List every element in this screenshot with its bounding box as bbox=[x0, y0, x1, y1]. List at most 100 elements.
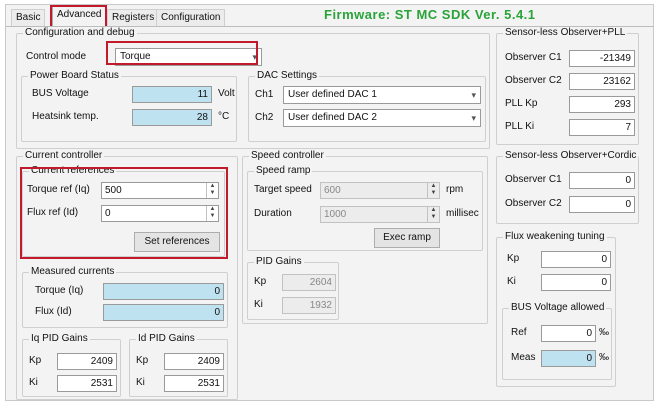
duration-input[interactable]: 1000 ▲ ▼ bbox=[320, 206, 440, 223]
duration-value: 1000 bbox=[324, 209, 347, 220]
control-mode-select[interactable]: Torque ▾ bbox=[115, 48, 262, 66]
pll-kp-input[interactable]: 293 bbox=[569, 96, 635, 113]
cordic-observer-c2-label: Observer C2 bbox=[505, 198, 562, 209]
target-speed-input[interactable]: 600 ▲ ▼ bbox=[320, 182, 440, 199]
speed-ki-input[interactable]: 1932 bbox=[282, 297, 336, 314]
fw-kp-input[interactable]: 0 bbox=[541, 251, 611, 268]
app-window: Basic Advanced Registers Configuration F… bbox=[5, 4, 654, 401]
dac-ch2-label: Ch2 bbox=[255, 112, 274, 123]
measured-currents-group: Measured currents Torque (Iq) 0 Flux (Id… bbox=[22, 266, 228, 328]
heatsink-temp-label: Heatsink temp. bbox=[32, 111, 99, 122]
id-kp-input[interactable]: 2409 bbox=[164, 353, 224, 370]
dac-ch2-value: User defined DAC 2 bbox=[288, 112, 377, 123]
pll-observer-c1-label: Observer C1 bbox=[505, 52, 562, 63]
current-controller-title: Current controller bbox=[23, 150, 105, 162]
measured-flux-label: Flux (Id) bbox=[35, 306, 72, 317]
speed-controller-title: Speed controller bbox=[249, 150, 326, 162]
current-references-title: Current references bbox=[29, 165, 117, 177]
control-mode-label: Control mode bbox=[26, 51, 87, 62]
pll-observer-c1-input[interactable]: -21349 bbox=[569, 50, 635, 67]
flux-ref-label: Flux ref (Id) bbox=[27, 207, 79, 218]
iq-kp-label: Kp bbox=[29, 355, 42, 366]
dac-ch1-label: Ch1 bbox=[255, 89, 274, 100]
pll-ki-input[interactable]: 7 bbox=[569, 119, 635, 136]
observer-cordic-group: Sensor-less Observer+Cordic Observer C1 … bbox=[496, 150, 639, 224]
dac-ch2-select[interactable]: User defined DAC 2 ▾ bbox=[283, 109, 481, 127]
flux-ref-input[interactable]: 0 ▲ ▼ bbox=[101, 205, 219, 222]
id-pid-title: Id PID Gains bbox=[136, 333, 197, 345]
spin-updown-icon[interactable]: ▲ ▼ bbox=[206, 206, 218, 221]
tab-advanced[interactable]: Advanced bbox=[52, 6, 107, 27]
dac-ch1-value: User defined DAC 1 bbox=[288, 89, 377, 100]
id-ki-input[interactable]: 2531 bbox=[164, 375, 224, 392]
tab-basic[interactable]: Basic bbox=[11, 9, 46, 26]
id-kp-label: Kp bbox=[136, 355, 149, 366]
set-references-button[interactable]: Set references bbox=[134, 232, 220, 252]
iq-pid-group: Iq PID Gains Kp 2409 Ki 2531 bbox=[22, 333, 121, 397]
power-board-title: Power Board Status bbox=[28, 70, 121, 82]
torque-ref-label: Torque ref (Iq) bbox=[27, 184, 90, 195]
pll-observer-c2-input[interactable]: 23162 bbox=[569, 73, 635, 90]
bus-ref-unit: ‰ bbox=[599, 327, 609, 338]
iq-kp-input[interactable]: 2409 bbox=[57, 353, 117, 370]
speed-kp-input[interactable]: 2604 bbox=[282, 274, 336, 291]
power-board-group: Power Board Status BUS Voltage 11 Volt H… bbox=[21, 70, 237, 142]
firmware-version: Firmware: ST MC SDK Ver. 5.4.1 bbox=[324, 7, 536, 22]
config-debug-group: Configuration and debug Control mode Tor… bbox=[16, 27, 490, 149]
cordic-observer-c1-label: Observer C1 bbox=[505, 174, 562, 185]
speed-pid-group: PID Gains Kp 2604 Ki 1932 bbox=[247, 256, 339, 320]
observer-cordic-title: Sensor-less Observer+Cordic bbox=[503, 150, 639, 162]
advanced-panel: Configuration and debug Control mode Tor… bbox=[6, 26, 653, 400]
flux-weakening-title: Flux weakening tuning bbox=[503, 231, 607, 243]
speed-controller-group: Speed controller Speed ramp Target speed… bbox=[242, 150, 488, 324]
dac-ch1-select[interactable]: User defined DAC 1 ▾ bbox=[283, 86, 481, 104]
bus-voltage-allowed-title: BUS Voltage allowed bbox=[509, 302, 607, 314]
bus-voltage-label: BUS Voltage bbox=[32, 88, 89, 99]
spin-updown-icon[interactable]: ▲ ▼ bbox=[427, 183, 439, 198]
id-pid-group: Id PID Gains Kp 2409 Ki 2531 bbox=[129, 333, 228, 397]
bus-voltage-allowed-group: BUS Voltage allowed Ref 0 ‰ Meas 0 ‰ bbox=[502, 302, 612, 380]
bus-voltage-unit: Volt bbox=[218, 88, 235, 99]
exec-ramp-button[interactable]: Exec ramp bbox=[374, 228, 440, 248]
id-ki-label: Ki bbox=[136, 377, 145, 388]
pll-ki-label: PLL Ki bbox=[505, 121, 535, 132]
measured-flux-value: 0 bbox=[103, 304, 224, 321]
speed-ramp-title: Speed ramp bbox=[254, 165, 313, 177]
heatsink-temp-unit: °C bbox=[218, 111, 230, 122]
bus-ref-label: Ref bbox=[511, 327, 527, 338]
measured-currents-title: Measured currents bbox=[29, 266, 117, 278]
chevron-down-icon: ▾ bbox=[252, 52, 257, 62]
pll-observer-c2-label: Observer C2 bbox=[505, 75, 562, 86]
target-speed-value: 600 bbox=[324, 185, 341, 196]
flux-weakening-group: Flux weakening tuning Kp 0 Ki 0 BUS Volt… bbox=[496, 231, 616, 387]
dac-settings-title: DAC Settings bbox=[255, 70, 320, 82]
tab-registers[interactable]: Registers bbox=[107, 9, 160, 26]
speed-ki-label: Ki bbox=[254, 299, 263, 310]
iq-pid-title: Iq PID Gains bbox=[29, 333, 90, 345]
bus-meas-label: Meas bbox=[511, 352, 536, 363]
iq-ki-input[interactable]: 2531 bbox=[57, 375, 117, 392]
bus-ref-input[interactable]: 0 bbox=[541, 325, 596, 342]
flux-ref-value: 0 bbox=[105, 208, 111, 219]
spin-updown-icon[interactable]: ▲ ▼ bbox=[427, 207, 439, 222]
cordic-observer-c1-input[interactable]: 0 bbox=[569, 172, 635, 189]
observer-pll-title: Sensor-less Observer+PLL bbox=[503, 27, 628, 39]
duration-label: Duration bbox=[254, 208, 292, 219]
bus-meas-value: 0 bbox=[541, 350, 596, 367]
chevron-down-icon: ▾ bbox=[471, 113, 476, 123]
config-debug-title: Configuration and debug bbox=[23, 27, 137, 39]
observer-pll-group: Sensor-less Observer+PLL Observer C1 -21… bbox=[496, 27, 639, 145]
tab-configuration[interactable]: Configuration bbox=[156, 9, 226, 26]
torque-ref-input[interactable]: 500 ▲ ▼ bbox=[101, 182, 219, 199]
fw-ki-label: Ki bbox=[507, 276, 516, 287]
speed-kp-label: Kp bbox=[254, 276, 267, 287]
spin-updown-icon[interactable]: ▲ ▼ bbox=[206, 183, 218, 198]
measured-torque-value: 0 bbox=[103, 283, 224, 300]
iq-ki-label: Ki bbox=[29, 377, 38, 388]
dac-settings-group: DAC Settings Ch1 User defined DAC 1 ▾ Ch… bbox=[248, 70, 486, 142]
fw-kp-label: Kp bbox=[507, 253, 520, 264]
cordic-observer-c2-input[interactable]: 0 bbox=[569, 196, 635, 213]
fw-ki-input[interactable]: 0 bbox=[541, 274, 611, 291]
speed-pid-title: PID Gains bbox=[254, 256, 304, 268]
pll-kp-label: PLL Kp bbox=[505, 98, 538, 109]
